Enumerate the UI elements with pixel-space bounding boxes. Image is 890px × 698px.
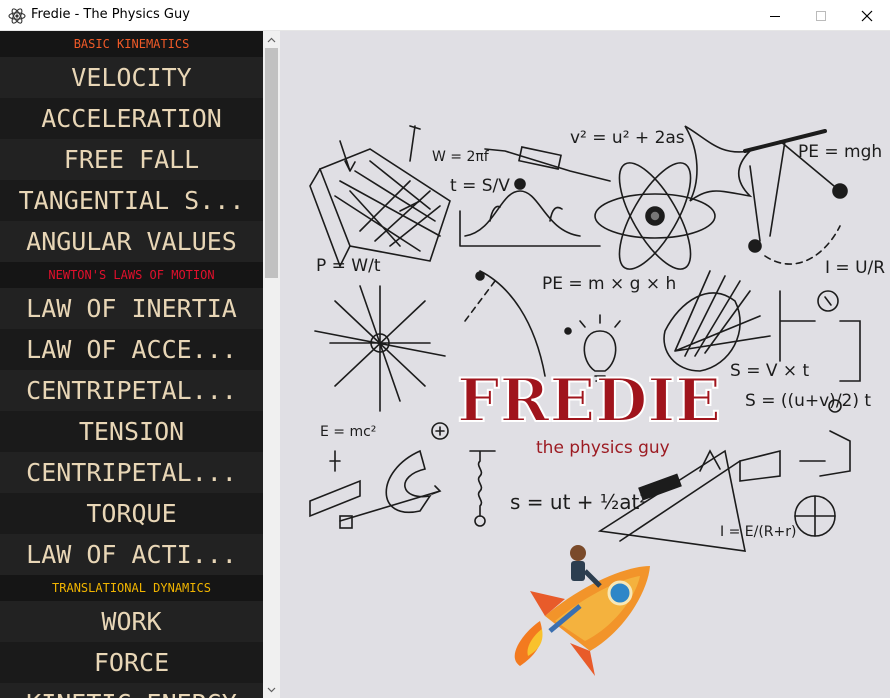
logo-tagline: the physics guy bbox=[536, 438, 670, 458]
arrow-top bbox=[409, 125, 421, 162]
formula-s-avg: S = ((u+v)/2) t bbox=[745, 391, 871, 411]
window-title: Fredie - The Physics Guy bbox=[31, 7, 190, 22]
minimize-button[interactable] bbox=[752, 0, 798, 31]
formula-s-ut: s = ut + ½at² bbox=[510, 490, 647, 514]
scroll-up-button[interactable] bbox=[263, 31, 280, 48]
topic-item-free-fall[interactable]: FREE FALL bbox=[0, 139, 263, 180]
atom-icon bbox=[8, 8, 26, 24]
formula-i-ur: I = U/R bbox=[825, 258, 885, 278]
window-titlebar: Fredie - The Physics Guy bbox=[0, 0, 890, 31]
topic-item-tension[interactable]: TENSION bbox=[0, 411, 263, 452]
chevron-up-icon bbox=[267, 37, 276, 42]
section-header-basic-kinematics: BASIC KINEMATICS bbox=[0, 31, 263, 57]
chevron-down-icon bbox=[267, 687, 276, 692]
formula-t-sv: t = S/V bbox=[450, 176, 510, 196]
topic-item-torque[interactable]: TORQUE bbox=[0, 493, 263, 534]
incline-block-drawing bbox=[309, 479, 361, 518]
topic-item-law-of-action[interactable]: LAW OF ACTI... bbox=[0, 534, 263, 575]
formula-w: W = 2πf bbox=[432, 149, 490, 165]
close-icon bbox=[861, 10, 873, 21]
topic-item-centripetal-2[interactable]: CENTRIPETAL... bbox=[0, 452, 263, 493]
formula-v2: v² = u² + 2as bbox=[570, 128, 685, 148]
topic-item-kinetic-energy[interactable]: KINETIC ENERGY bbox=[0, 683, 263, 698]
maximize-icon bbox=[816, 10, 826, 21]
topic-item-law-of-acceleration[interactable]: LAW OF ACCE... bbox=[0, 329, 263, 370]
topic-item-velocity[interactable]: VELOCITY bbox=[0, 57, 263, 98]
formula-pe-mgh: PE = mgh bbox=[798, 142, 882, 162]
topic-item-law-of-inertia[interactable]: LAW OF INERTIA bbox=[0, 288, 263, 329]
hero-panel: v² = u² + 2as PE = mgh W = 2πf t = S/V P… bbox=[280, 31, 890, 698]
formula-s-vt: S = V × t bbox=[730, 361, 810, 381]
formula-pe-mgh-2: PE = m × g × h bbox=[542, 274, 676, 294]
fredie-logo: FREDIE the physics guy bbox=[456, 365, 722, 458]
topic-item-angular-values[interactable]: ANGULAR VALUES bbox=[0, 221, 263, 262]
physics-doodle-illustration: v² = u² + 2as PE = mgh W = 2πf t = S/V P… bbox=[309, 125, 885, 676]
magnet-drawing bbox=[385, 449, 432, 514]
formula-i-e-rr: I = E/(R+r) bbox=[720, 524, 796, 540]
rocket-illustration bbox=[514, 545, 650, 676]
force-diagram bbox=[314, 285, 446, 412]
scroll-down-button[interactable] bbox=[263, 681, 280, 698]
topic-item-centripetal-1[interactable]: CENTRIPETAL... bbox=[0, 370, 263, 411]
section-header-translational-dynamics: TRANSLATIONAL DYNAMICS bbox=[0, 575, 263, 601]
scrollbar-thumb[interactable] bbox=[265, 48, 278, 278]
sidebar-scrollbar[interactable] bbox=[263, 31, 280, 698]
formula-p-wt: P = W/t bbox=[316, 256, 381, 276]
topic-item-force[interactable]: FORCE bbox=[0, 642, 263, 683]
lightbulb-drawing bbox=[583, 330, 617, 372]
section-header-newtons-laws: NEWTON'S LAWS OF MOTION bbox=[0, 262, 263, 288]
topic-sidebar: BASIC KINEMATICS VELOCITY ACCELERATION F… bbox=[0, 31, 263, 698]
topic-item-tangential[interactable]: TANGENTIAL S... bbox=[0, 180, 263, 221]
formula-e-mc2: E = mc² bbox=[320, 424, 376, 440]
topic-item-acceleration[interactable]: ACCELERATION bbox=[0, 98, 263, 139]
spring-drawing bbox=[469, 450, 496, 517]
bell-curve bbox=[464, 190, 581, 237]
topic-item-work[interactable]: WORK bbox=[0, 601, 263, 642]
maximize-button[interactable] bbox=[798, 0, 844, 31]
logo-word: FREDIE bbox=[457, 366, 721, 436]
close-button[interactable] bbox=[844, 0, 890, 31]
minimize-icon bbox=[770, 15, 780, 17]
